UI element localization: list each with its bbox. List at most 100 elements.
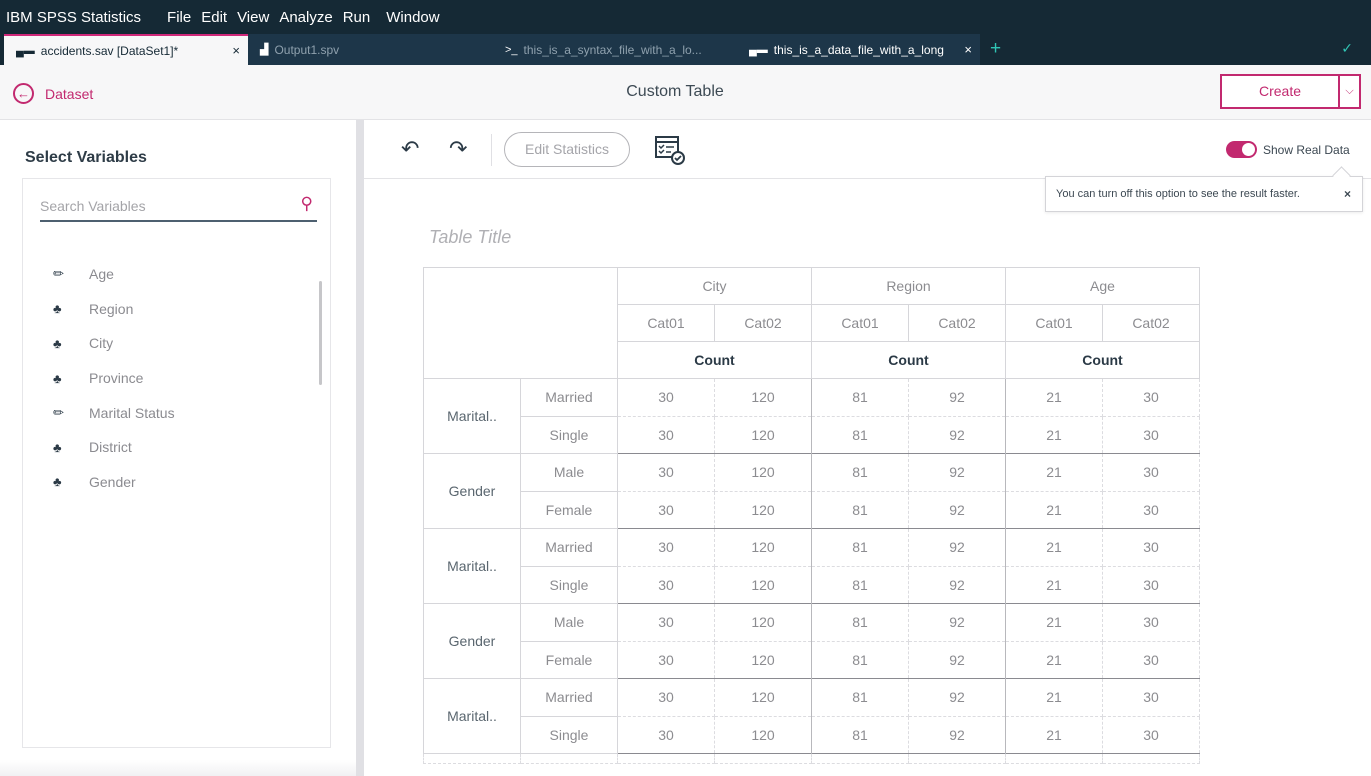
row-variable-label[interactable]: Gender [423,603,521,679]
table-row: Female 30 120 81 92 21 30 [424,640,1200,679]
builder-toolbar: ↶ ↷ Edit Statistics Show Real Data [364,120,1371,179]
table-cell-value: 30 [617,453,715,492]
table-cell-value [811,753,909,764]
table-row: Female 30 120 81 92 21 30 [424,490,1200,529]
table-row [423,753,1200,764]
menu-analyze[interactable]: Analyze [279,9,332,26]
row-variable-label[interactable]: Marital.. [423,528,521,604]
table-cell-value: 92 [908,378,1006,417]
table-cell-value [520,753,618,764]
variable-item-region[interactable]: ♣ Region [53,292,175,327]
sidebar-title: Select Variables [25,149,147,166]
table-row: Marital.. Married 30 120 81 92 21 30 [423,528,1200,604]
statistic-header[interactable]: Count [811,341,1006,379]
statistic-header[interactable]: Count [617,341,812,379]
row-variable-label[interactable]: Marital.. [423,378,521,454]
tab-output1[interactable]: ▟ Output1.spv [248,34,493,65]
table-cell-value [1005,753,1103,764]
variables-sidebar: Select Variables ⚲ ✏ Age ♣ Region ♣ City ♣ P… [0,120,356,776]
menu-edit[interactable]: Edit [201,9,227,26]
search-icon[interactable]: ⚲ [301,194,313,214]
variable-list-scrollbar[interactable] [319,281,322,385]
chevron-down-icon[interactable]: ✓ [1341,40,1353,57]
variable-list-panel: ⚲ ✏ Age ♣ Region ♣ City ♣ Province ✏ Marital … [22,178,331,748]
checklist-summary-icon[interactable] [654,134,686,166]
column-category-header: Cat02 [714,304,812,342]
show-real-data-toggle[interactable] [1226,141,1257,158]
menu-run[interactable]: Run [343,9,371,26]
table-cell-value: 21 [1005,378,1103,417]
undo-icon[interactable]: ↶ [401,136,419,162]
table-cell-value: 92 [908,715,1006,754]
variable-list: ✏ Age ♣ Region ♣ City ♣ Province ✏ Marital St… [53,257,175,499]
show-real-data-label: Show Real Data [1263,142,1350,157]
nominal-circles-icon: ♣ [53,370,62,386]
column-category-header: Cat01 [617,304,715,342]
table-cell-value: 120 [714,715,812,754]
table-cell-value [617,753,715,764]
variable-item-district[interactable]: ♣ District [53,430,175,465]
table-cell-value: 30 [1102,678,1200,717]
column-variable-header[interactable]: Region [811,267,1006,305]
column-variable-header[interactable]: Age [1005,267,1200,305]
menu-view[interactable]: View [237,9,269,26]
variable-item-gender[interactable]: ♣ Gender [53,465,175,500]
row-variable-label[interactable]: Marital.. [423,678,521,754]
sidebar-footer [0,760,356,776]
create-dropdown-chevron-icon[interactable]: ⌵ [1340,76,1359,107]
variable-item-province[interactable]: ♣ Province [53,361,175,396]
menu-file[interactable]: File [167,9,191,26]
table-cell-value: 92 [908,678,1006,717]
table-title-input[interactable]: Table Title [429,227,511,248]
tab-data-file-long[interactable]: ▄▬ this_is_a_data_file_with_a_long × [737,34,980,65]
column-variable-header[interactable]: City [617,267,812,305]
table-row: Gender Male 30 120 81 92 21 30 [423,603,1200,679]
table-cell-value: 92 [908,603,1006,642]
row-category-label: Male [520,603,618,642]
close-tooltip-icon[interactable]: × [1344,177,1351,211]
table-cell-value: 30 [1102,378,1200,417]
table-row: Single 30 120 81 92 21 30 [424,415,1200,454]
menu-window[interactable]: Window [386,9,439,26]
tab-syntax-file[interactable]: >_ this_is_a_syntax_file_with_a_lo... [493,34,737,65]
search-variables-input[interactable] [40,192,280,220]
variable-item-marital-status[interactable]: ✏ Marital Status [53,395,175,430]
column-category-header: Cat01 [1005,304,1103,342]
table-cell-value: 120 [714,640,812,679]
row-category-label: Married [520,678,618,717]
row-variable-label[interactable]: Gender [423,453,521,529]
table-cell-value: 92 [908,453,1006,492]
table-cell-value: 81 [811,565,909,604]
variable-item-age[interactable]: ✏ Age [53,257,175,292]
table-cell-value: 30 [1102,453,1200,492]
create-button[interactable]: Create [1222,76,1340,107]
data-file-icon: ▄▬ [749,43,768,56]
table-row: Single 30 120 81 92 21 30 [424,565,1200,604]
table-cell-value: 30 [1102,603,1200,642]
tab-label: this_is_a_syntax_file_with_a_lo... [523,42,702,57]
table-cell-value [1102,753,1200,764]
table-cell-value: 81 [811,603,909,642]
table-cell-value: 81 [811,453,909,492]
redo-icon[interactable]: ↷ [449,136,467,162]
table-cell-value: 120 [714,415,812,454]
table-cell-value [908,753,1006,764]
table-cell-value: 30 [617,565,715,604]
variable-item-city[interactable]: ♣ City [53,326,175,361]
statistic-header[interactable]: Count [1005,341,1200,379]
table-cell-value: 30 [1102,490,1200,529]
header-row-variables: City Region Age [423,267,1200,379]
table-row: Marital.. Married 30 120 81 92 21 30 [423,378,1200,454]
nominal-circles-icon: ♣ [53,301,62,317]
tab-accidents-sav[interactable]: ▄▬ accidents.sav [DataSet1]* × [4,34,248,65]
close-tab-icon[interactable]: × [232,43,240,58]
edit-statistics-button[interactable]: Edit Statistics [504,132,630,167]
tooltip-text: You can turn off this option to see the … [1056,188,1300,200]
table-cell-value: 92 [908,640,1006,679]
variable-label: Region [89,300,134,317]
close-tab-icon[interactable]: × [964,42,972,57]
add-tab-plus-icon[interactable]: + [990,38,1001,60]
table-cell-value: 30 [617,415,715,454]
output-chart-icon: ▟ [260,44,269,56]
nominal-circles-icon: ♣ [53,439,62,455]
